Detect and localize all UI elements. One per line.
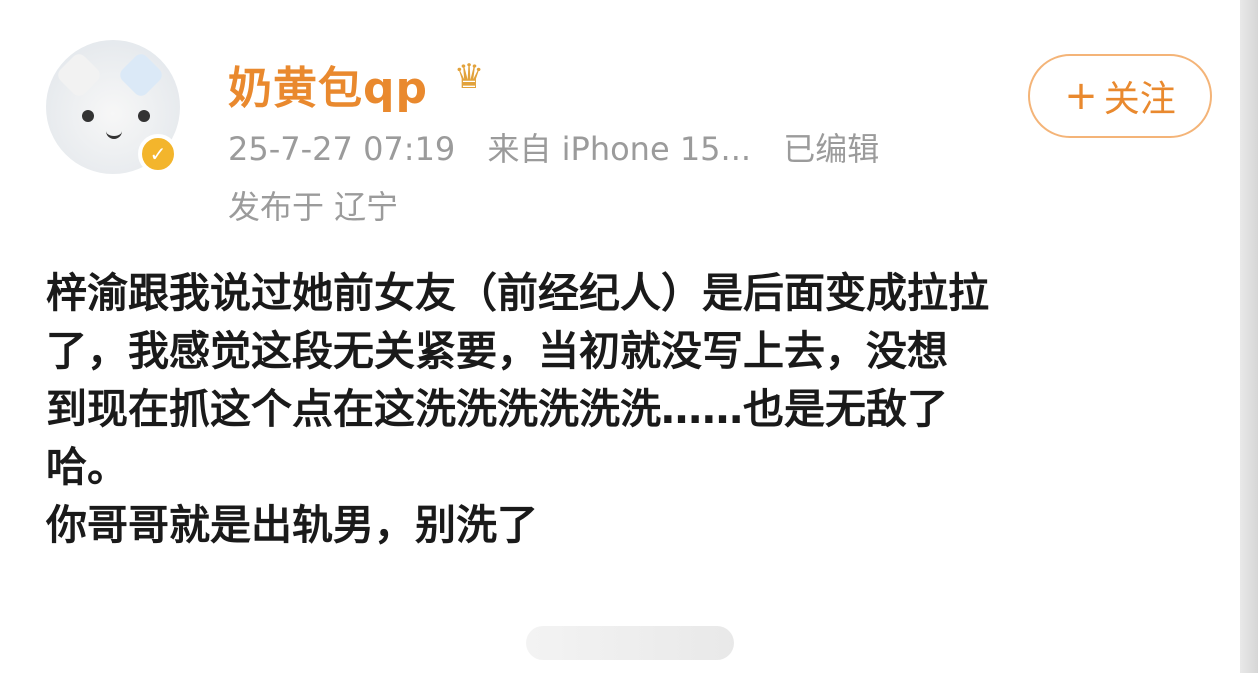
vip-crown-icon: ♛	[453, 57, 485, 97]
watermark-blur	[526, 626, 734, 660]
avatar-ear-left	[54, 50, 104, 100]
page-edge-shadow	[1240, 0, 1258, 673]
edited-label[interactable]: 已编辑	[783, 130, 879, 168]
post-location: 发布于 辽宁	[228, 188, 399, 226]
post-content: 梓渝跟我说过她前女友（前经纪人）是后面变成拉拉 了，我感觉这段无关紧要，当初就没…	[46, 264, 1196, 554]
avatar-eye-right	[138, 110, 150, 122]
avatar-mouth	[106, 128, 122, 139]
verified-badge-icon: ✓	[138, 134, 178, 174]
username[interactable]: 奶黄包qp	[228, 52, 428, 116]
post-meta: 25-7-27 07:19 来自 iPhone 15... 已编辑	[228, 124, 901, 170]
post-line-4: 哈。	[46, 443, 128, 491]
weibo-post-card: ✓ 奶黄包qp ♛ 25-7-27 07:19 来自 iPhone 15... …	[0, 0, 1240, 673]
post-date: 25-7-27 07:19	[228, 130, 456, 168]
plus-icon: +	[1064, 73, 1098, 119]
post-line-2: 了，我感觉这段无关紧要，当初就没写上去，没想	[46, 327, 948, 375]
avatar-ear-right	[116, 50, 166, 100]
post-source: 来自 iPhone 15...	[487, 130, 752, 168]
post-line-3: 到现在抓这个点在这洗洗洗洗洗洗……也是无敌了	[46, 385, 948, 433]
post-line-1: 梓渝跟我说过她前女友（前经纪人）是后面变成拉拉	[46, 269, 989, 317]
follow-button[interactable]: + 关注	[1028, 54, 1212, 138]
avatar-eye-left	[82, 110, 94, 122]
follow-label: 关注	[1103, 79, 1176, 120]
post-line-5: 你哥哥就是出轨男，别洗了	[46, 501, 538, 549]
